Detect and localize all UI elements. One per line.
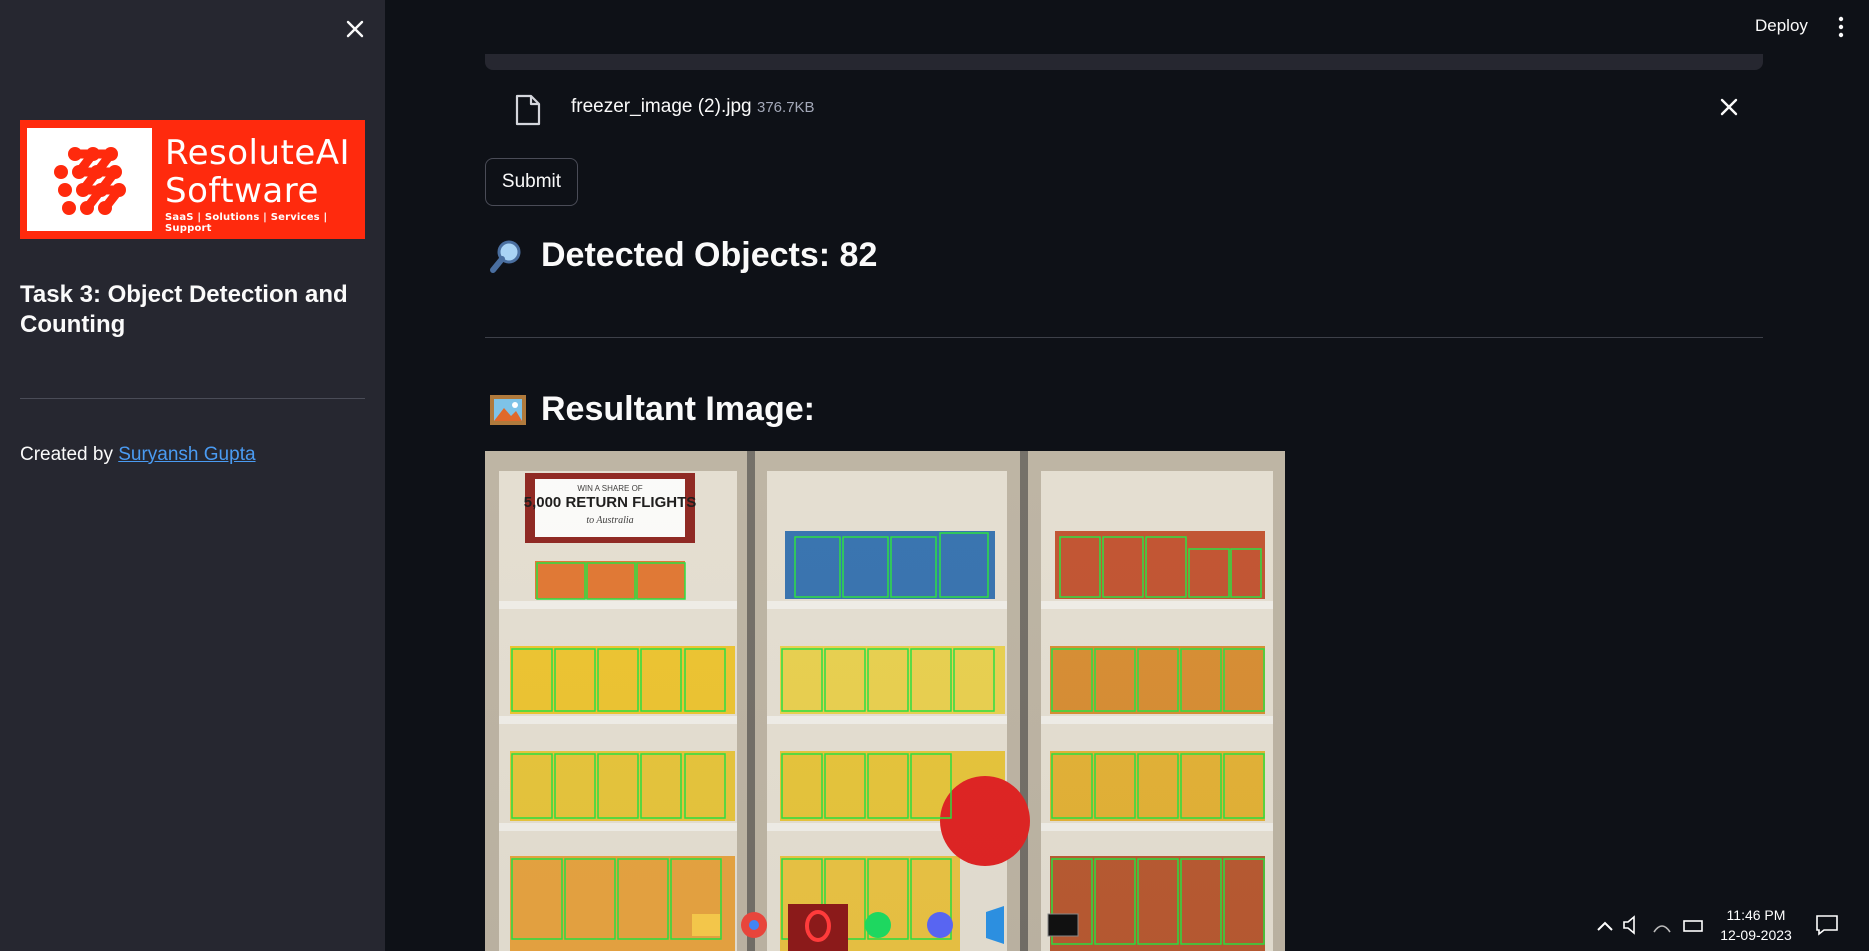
logo-mark-icon xyxy=(27,128,152,231)
resultant-title: Resultant Image: xyxy=(541,390,815,428)
sidebar: ResoluteAI Software SaaS | Solutions | S… xyxy=(0,0,385,951)
magnifier-icon xyxy=(490,240,521,273)
spotify-icon[interactable] xyxy=(865,912,891,938)
clock-time: 11:46 PM xyxy=(1726,907,1786,923)
uploaded-file-size: 376.7KB xyxy=(757,99,815,116)
file-uploader-dropzone[interactable] xyxy=(485,54,1763,70)
vscode-icon[interactable] xyxy=(986,906,1004,944)
more-menu-icon[interactable] xyxy=(1836,16,1846,38)
notification-icon[interactable] xyxy=(1815,914,1839,936)
uploaded-file-name: freezer_image (2).jpg xyxy=(571,96,752,117)
clock-date: 12-09-2023 xyxy=(1720,927,1792,943)
system-tray-icons[interactable] xyxy=(1596,914,1706,936)
taskbar-clock[interactable]: 11:46 PM 12-09-2023 xyxy=(1710,905,1802,945)
sidebar-divider xyxy=(20,398,365,399)
credit-prefix: Created by xyxy=(20,444,119,465)
sidebar-title: Task 3: Object Detection and Counting xyxy=(20,281,348,338)
submit-button[interactable]: Submit xyxy=(485,158,578,206)
detected-count-text: Detected Objects: 82 xyxy=(541,236,878,274)
resultant-heading: Resultant Image: xyxy=(489,390,815,429)
resultant-image: WIN A SHARE OF 5,000 RETURN FLIGHTS to A… xyxy=(485,451,1285,951)
discord-icon[interactable] xyxy=(927,912,953,938)
company-logo: ResoluteAI Software SaaS | Solutions | S… xyxy=(20,120,365,239)
deploy-button[interactable]: Deploy xyxy=(1755,16,1808,36)
remove-file-icon[interactable] xyxy=(1718,96,1740,118)
file-icon xyxy=(515,94,541,126)
logo-tagline: SaaS | Solutions | Services | Support xyxy=(165,212,328,234)
file-explorer-icon[interactable] xyxy=(692,914,720,936)
logo-brand: ResoluteAI Software xyxy=(165,133,351,211)
detected-heading: Detected Objects: 82 xyxy=(489,236,877,275)
taskbar-apps xyxy=(680,904,1100,951)
credit-line: Created by Suryansh Gupta xyxy=(20,444,256,466)
main-divider xyxy=(485,337,1763,338)
framed-picture-icon xyxy=(490,394,526,425)
author-link[interactable]: Suryansh Gupta xyxy=(118,444,255,465)
terminal-icon[interactable] xyxy=(1047,913,1079,937)
close-sidebar-icon[interactable] xyxy=(342,16,368,42)
